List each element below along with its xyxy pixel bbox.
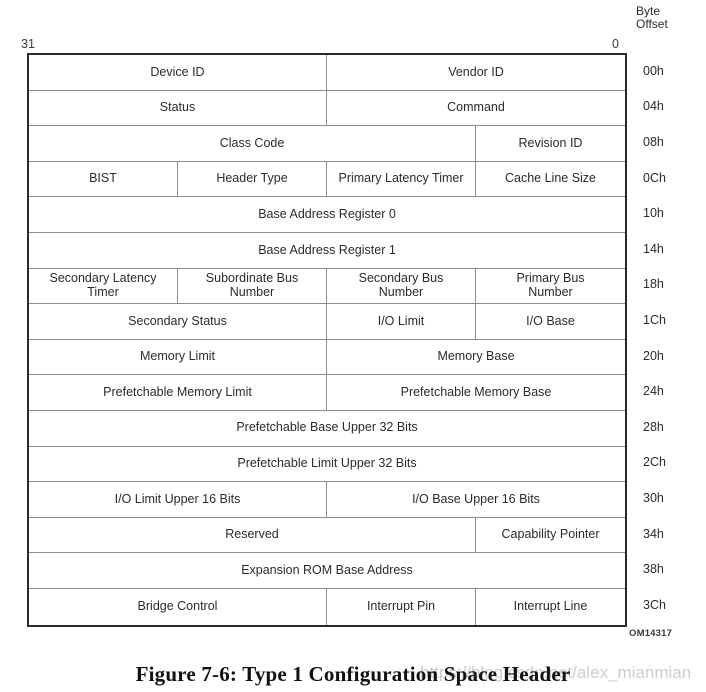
register-field-cell: I/O Limit — [327, 304, 476, 339]
configuration-space-table: Device ID Vendor ID Status Command Class Cod… — [27, 53, 627, 627]
register-field-cell: Capability Pointer — [501, 527, 600, 542]
byte-offset-value: 38h — [643, 562, 664, 577]
register-row: BIST Header Type Primary Latency Timer Cach… — [29, 161, 625, 198]
register-row: Status Command — [29, 90, 625, 127]
register-row: Base Address Register 0 — [29, 197, 625, 233]
register-row: I/O Limit Upper 16 Bits I/O Base Upper 16… — [29, 482, 625, 518]
register-field-cell: Primary Latency Timer — [327, 161, 476, 197]
bit-index-high-label: 31 — [21, 37, 35, 51]
register-field-cell: Revision ID — [518, 135, 583, 150]
register-field-cell: Prefetchable Base Upper 32 Bits — [236, 420, 418, 435]
byte-offset-value: 00h — [643, 63, 664, 78]
register-row: Base Address Register 1 — [29, 233, 625, 269]
byte-offset-value: 3Ch — [643, 597, 666, 612]
register-field-cell: Device ID — [29, 55, 327, 90]
register-field-cell: Primary Bus Number — [516, 271, 585, 299]
figure-caption: Figure 7-6: Type 1 Configuration Space H… — [135, 662, 571, 686]
byte-offset-value: 10h — [643, 206, 664, 221]
register-field-cell: Memory Limit — [29, 339, 327, 375]
register-field-cell: Secondary Bus Number — [327, 268, 476, 304]
register-field-cell: Prefetchable Memory Base — [400, 384, 552, 399]
register-field-cell: I/O Base — [526, 313, 575, 328]
register-field-cell: Bridge Control — [29, 588, 327, 625]
register-field-cell: Reserved — [29, 517, 476, 553]
register-field-cell: Memory Base — [437, 349, 515, 364]
register-row: Class Code Revision ID — [29, 126, 625, 162]
register-field-cell: Command — [447, 100, 505, 115]
register-row: Secondary Status I/O Limit I/O Base — [29, 304, 625, 340]
register-row: Bridge Control Interrupt Pin Interrupt Lin… — [29, 588, 625, 625]
byte-offset-value: 20h — [643, 348, 664, 363]
byte-offset-value: 2Ch — [643, 455, 666, 470]
byte-offset-value: 24h — [643, 384, 664, 399]
register-field-cell: Interrupt Line — [513, 598, 588, 613]
register-row: Prefetchable Limit Upper 32 Bits — [29, 447, 625, 483]
register-field-cell: Prefetchable Limit Upper 32 Bits — [237, 456, 417, 471]
bit-index-low-label: 0 — [612, 37, 619, 51]
register-row: Secondary Latency Timer Subordinate Bus N… — [29, 268, 625, 305]
register-field-cell: Prefetchable Memory Limit — [29, 375, 327, 410]
register-field-cell: Class Code — [29, 126, 476, 161]
register-field-cell: Subordinate Bus Number — [178, 268, 327, 304]
figure-id-label: OM14317 — [629, 628, 673, 639]
register-field-cell: Interrupt Pin — [327, 588, 476, 625]
byte-offset-value: 08h — [643, 134, 664, 149]
byte-offset-value: 30h — [643, 490, 664, 505]
register-field-cell: Base Address Register 1 — [258, 242, 396, 257]
byte-offset-column-header: Byte Offset — [636, 5, 700, 31]
byte-offset-header-line2: Offset — [636, 17, 668, 31]
register-field-cell: Vendor ID — [448, 64, 504, 79]
register-row: Memory Limit Memory Base — [29, 339, 625, 376]
register-field-cell: I/O Limit Upper 16 Bits — [29, 482, 327, 517]
register-field-cell: Base Address Register 0 — [258, 206, 396, 221]
register-field-cell: Expansion ROM Base Address — [241, 562, 413, 577]
byte-offset-value: 14h — [643, 241, 664, 256]
byte-offset-value: 0Ch — [643, 170, 666, 185]
register-row: Expansion ROM Base Address — [29, 553, 625, 589]
byte-offset-value: 28h — [643, 419, 664, 434]
byte-offset-value: 04h — [643, 99, 664, 114]
byte-offset-value: 18h — [643, 277, 664, 292]
register-row: Device ID Vendor ID — [29, 55, 625, 91]
register-row: Prefetchable Memory Limit Prefetchable Me… — [29, 375, 625, 411]
register-field-cell: I/O Base Upper 16 Bits — [412, 491, 540, 506]
byte-offset-list: 00h 04h 08h 0Ch 10h 14h 18h 1Ch 20h 24h 28h 2Ch 30h 3… — [636, 53, 700, 623]
register-field-cell: Status — [29, 90, 327, 126]
register-field-cell: Secondary Latency Timer — [29, 268, 178, 304]
register-field-cell: Secondary Status — [29, 304, 327, 339]
register-row: Prefetchable Base Upper 32 Bits — [29, 411, 625, 447]
register-row: Reserved Capability Pointer — [29, 517, 625, 554]
byte-offset-value: 1Ch — [643, 312, 666, 327]
register-field-cell: BIST — [29, 161, 178, 197]
register-field-cell: Header Type — [178, 161, 327, 197]
byte-offset-value: 34h — [643, 526, 664, 541]
register-field-cell: Cache Line Size — [504, 171, 597, 186]
